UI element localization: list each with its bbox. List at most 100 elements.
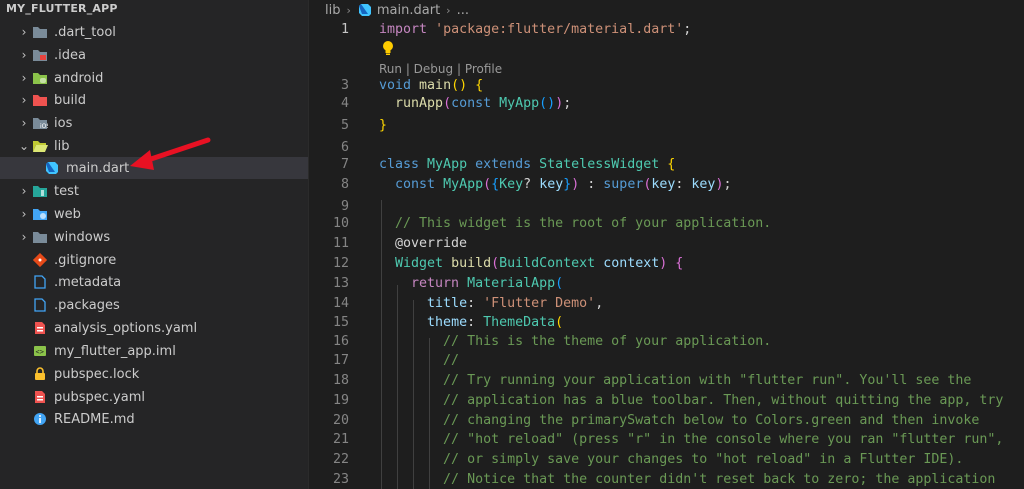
chevron-right-icon: › (21, 93, 27, 107)
code-token: // changing the primarySwatch below to C… (443, 413, 980, 428)
code-line-14[interactable]: title: 'Flutter Demo', (379, 296, 603, 311)
code-token: MaterialApp (467, 276, 556, 291)
tree-item-label: .dart_tool (54, 24, 116, 40)
line-number: 4 (340, 96, 349, 111)
folder-icon (32, 24, 48, 40)
tree-item-readme[interactable]: README.md (0, 408, 308, 430)
tree-item-windows[interactable]: › windows (0, 226, 308, 248)
code-line-20[interactable]: // changing the primarySwatch below to C… (379, 413, 979, 428)
tree-item-label: .gitignore (54, 252, 117, 268)
code-line-17[interactable]: // (379, 353, 459, 368)
tree-item-pubspec-lock[interactable]: pubspec.lock (0, 363, 308, 385)
code-token: Widget (395, 256, 444, 271)
tree-item-label: pubspec.lock (54, 366, 140, 382)
code-token: // This widget is the root of your appli… (395, 216, 772, 231)
code-token: const (451, 96, 492, 111)
code-token: key (651, 177, 676, 192)
chevron-right-icon: › (21, 71, 27, 85)
code-line-1[interactable]: import 'package:flutter/material.dart'; (379, 22, 691, 37)
breadcrumb: lib › main.dart › ... (325, 0, 469, 20)
code-token: ; (683, 22, 692, 37)
tree-item-gitignore[interactable]: .gitignore (0, 249, 308, 271)
chevron-right-icon: › (446, 3, 451, 17)
tree-item-web[interactable]: › web (0, 203, 308, 225)
code-line-12[interactable]: Widget build(BuildContext context) { (379, 256, 683, 271)
line-number: 11 (332, 236, 349, 251)
tree-item-iml[interactable]: <> my_flutter_app.iml (0, 340, 308, 362)
code-line-16[interactable]: // This is the theme of your application… (379, 334, 771, 349)
line-number: 7 (340, 157, 349, 172)
code-line-5[interactable]: } (379, 118, 387, 133)
code-line-7[interactable]: class MyApp extends StatelessWidget { (379, 157, 675, 172)
code-token: StatelessWidget (539, 157, 660, 172)
tree-item-label: android (54, 70, 104, 86)
code-token: : (467, 296, 476, 311)
code-editor[interactable]: lib › main.dart › ... 1 3 4 5 6 7 8 9 10… (309, 0, 1024, 489)
lib-folder-open-icon (32, 138, 48, 154)
info-icon (32, 411, 48, 427)
code-line-3[interactable]: void main() { (379, 78, 483, 93)
code-line-22[interactable]: // or simply save your changes to "hot r… (379, 452, 963, 467)
tree-item-packages[interactable]: .packages (0, 294, 308, 316)
yaml-icon (32, 389, 48, 405)
line-number: 18 (332, 373, 349, 388)
code-token: void (379, 78, 412, 93)
tree-item-analysis-options[interactable]: analysis_options.yaml (0, 317, 308, 339)
code-line-18[interactable]: // Try running your application with "fl… (379, 373, 971, 388)
tree-item-test[interactable]: › test (0, 180, 308, 202)
chevron-right-icon: › (21, 207, 27, 221)
code-line-19[interactable]: // application has a blue toolbar. Then,… (379, 393, 1003, 408)
code-token: { (675, 256, 684, 271)
code-token: class (379, 157, 420, 172)
code-token: // (443, 353, 460, 368)
code-token: MyApp (499, 96, 540, 111)
code-token: ( (555, 276, 564, 291)
code-token: // This is the theme of your application… (443, 334, 772, 349)
code-token: // Notice that the counter didn't reset … (443, 472, 996, 487)
ios-folder-icon: iOS (32, 115, 48, 131)
code-token: ( (451, 78, 460, 93)
git-icon (32, 252, 48, 268)
code-token: { (491, 177, 500, 192)
yaml-icon (32, 320, 48, 336)
line-number: 3 (340, 78, 349, 93)
breadcrumb-folder[interactable]: lib (325, 3, 340, 18)
code-token: : (675, 177, 684, 192)
code-line-13[interactable]: return MaterialApp( (379, 276, 563, 291)
tree-item-label: analysis_options.yaml (54, 320, 198, 336)
lightbulb-icon[interactable] (381, 40, 395, 56)
line-number: 19 (332, 393, 349, 408)
code-line-10[interactable]: // This widget is the root of your appli… (379, 216, 771, 231)
vscode-window: MY_FLUTTER_APP › .dart_tool › .idea › an… (0, 0, 1024, 489)
breadcrumb-more[interactable]: ... (457, 3, 469, 18)
code-line-15[interactable]: theme: ThemeData( (379, 315, 563, 330)
codelens-run-debug-profile[interactable]: Run | Debug | Profile (379, 62, 502, 76)
code-line-8[interactable]: const MyApp({Key? key}) : super(key: key… (379, 177, 731, 192)
chevron-right-icon: › (21, 48, 27, 62)
tree-item-metadata[interactable]: .metadata (0, 271, 308, 293)
tree-item-label: build (54, 92, 86, 108)
tree-item-dart-tool[interactable]: › .dart_tool (0, 21, 308, 43)
code-token: ) (459, 78, 468, 93)
code-token: ; (563, 96, 572, 111)
line-number: 22 (332, 452, 349, 467)
line-number: 20 (332, 413, 349, 428)
tree-item-pubspec-yaml[interactable]: pubspec.yaml (0, 386, 308, 408)
breadcrumb-file[interactable]: main.dart (377, 3, 440, 18)
file-icon (32, 274, 48, 290)
tree-item-idea[interactable]: › .idea (0, 44, 308, 66)
chevron-right-icon: › (21, 25, 27, 39)
line-number: 10 (332, 216, 349, 231)
code-line-21[interactable]: // "hot reload" (press "r" in the consol… (379, 432, 1003, 447)
code-token: { (667, 157, 676, 172)
code-line-11[interactable]: @override (379, 236, 467, 251)
file-icon (32, 297, 48, 313)
explorer-sidebar: MY_FLUTTER_APP › .dart_tool › .idea › an… (0, 0, 308, 489)
tree-item-build[interactable]: › build (0, 89, 308, 111)
tree-item-label: test (54, 183, 79, 199)
code-token: // Try running your application with "fl… (443, 373, 972, 388)
code-line-4[interactable]: runApp(const MyApp()); (379, 96, 571, 111)
dart-file-icon (44, 160, 60, 176)
tree-item-android[interactable]: › android (0, 67, 308, 89)
code-line-23[interactable]: // Notice that the counter didn't reset … (379, 472, 995, 487)
